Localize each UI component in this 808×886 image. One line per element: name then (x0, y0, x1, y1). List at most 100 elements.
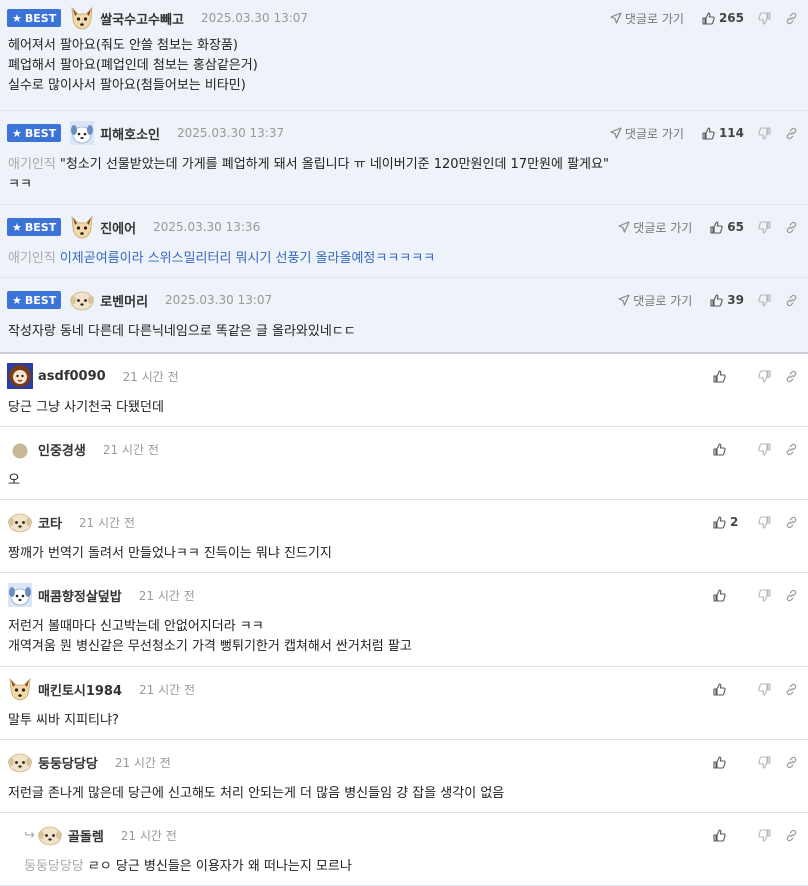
fox-icon[interactable] (69, 214, 95, 240)
dislike-button[interactable] (758, 588, 771, 602)
comment-actions (713, 427, 798, 471)
thumbs-up-icon (713, 515, 726, 529)
link-icon (785, 370, 798, 383)
go-to-reply-link[interactable]: 댓글로 가기 (610, 125, 684, 142)
quoted-user-tag[interactable]: 둥둥당당당 (24, 859, 84, 874)
puppy-icon[interactable] (7, 749, 33, 775)
like-button[interactable] (713, 442, 744, 456)
like-button[interactable]: 65 (710, 220, 744, 234)
nickname[interactable]: 골돌렘 (68, 826, 104, 845)
like-count: 39 (727, 293, 744, 307)
link-button[interactable] (785, 12, 798, 25)
like-button[interactable] (713, 682, 744, 696)
puppy-icon[interactable] (7, 509, 33, 535)
best-badge: ★ BEST (7, 124, 62, 142)
comment: 둥둥당당당 21 시간 전 저런글 존나게 많은데 당근에 신고해도 처리 안되… (0, 740, 808, 813)
link-button[interactable] (785, 294, 798, 307)
nickname[interactable]: 둥둥당당당 (38, 753, 98, 772)
thumbs-up-icon (713, 442, 726, 456)
dislike-button[interactable] (758, 828, 771, 842)
go-to-reply-link[interactable]: 댓글로 가기 (610, 10, 684, 27)
star-icon: ★ (12, 293, 22, 307)
best-badge: ★ BEST (7, 9, 62, 27)
quoted-user-tag[interactable]: 애기인직 (8, 251, 56, 266)
send-icon (610, 12, 622, 24)
dislike-button[interactable] (758, 11, 771, 25)
comment-date: 21 시간 전 (139, 682, 196, 697)
thumbs-down-icon (758, 755, 771, 769)
thumbs-up-icon (713, 828, 726, 842)
comment: 인중경생 21 시간 전 오 (0, 427, 808, 500)
like-button[interactable] (713, 588, 744, 602)
comment-actions: 댓글로 가기 39 (618, 278, 798, 322)
fox-icon[interactable] (69, 5, 95, 31)
go-to-reply-link[interactable]: 댓글로 가기 (618, 292, 692, 309)
nickname[interactable]: asdf0090 (38, 369, 106, 384)
link-button[interactable] (785, 589, 798, 602)
thumbs-up-icon (702, 11, 715, 25)
best-comment: ★ BEST 로벤머리 2025.03.30 13:07 댓글로 가기 39 작성… (0, 278, 808, 354)
nickname[interactable]: 쌀국수고수빼고 (100, 9, 184, 28)
puppy-icon[interactable] (69, 287, 95, 313)
link-button[interactable] (785, 127, 798, 140)
thumbs-up-icon (713, 369, 726, 383)
dislike-button[interactable] (758, 220, 771, 234)
link-icon (785, 756, 798, 769)
lion-icon[interactable] (7, 363, 33, 389)
nickname[interactable]: 피해호소인 (100, 124, 160, 143)
dislike-button[interactable] (758, 442, 771, 456)
comment-date: 21 시간 전 (78, 515, 135, 530)
puppy-icon[interactable] (37, 822, 63, 848)
link-icon (785, 516, 798, 529)
link-icon (785, 294, 798, 307)
link-button[interactable] (785, 443, 798, 456)
link-button[interactable] (785, 370, 798, 383)
nickname[interactable]: 인중경생 (38, 440, 86, 459)
quoted-user-tag[interactable]: 애기인직 (8, 157, 56, 172)
comment-date: 21 시간 전 (120, 828, 177, 843)
reply-arrow-icon: ↪ (24, 827, 35, 843)
comment-body: 작성자랑 동네 다른데 다른닉네임으로 똑같은 글 올라와있네ㄷㄷ (8, 324, 356, 339)
like-button[interactable]: 39 (710, 293, 744, 307)
link-button[interactable] (785, 829, 798, 842)
best-comment: ★ BEST 진에어 2025.03.30 13:36 댓글로 가기 65 애기인… (0, 205, 808, 278)
comment-actions: 2 (713, 500, 798, 544)
nickname[interactable]: 매콤향정살덮밥 (38, 586, 122, 605)
like-count: 2 (730, 515, 739, 529)
dislike-button[interactable] (758, 515, 771, 529)
best-comment: ★ BEST 피해호소인 2025.03.30 13:37 댓글로 가기 114 … (0, 111, 808, 205)
go-to-reply-link[interactable]: 댓글로 가기 (618, 219, 692, 236)
nickname[interactable]: 코타 (38, 513, 62, 532)
like-button[interactable]: 114 (702, 126, 744, 140)
comment-actions (713, 667, 798, 711)
dislike-button[interactable] (758, 755, 771, 769)
like-button[interactable] (713, 828, 744, 842)
like-button[interactable] (713, 755, 744, 769)
like-button[interactable]: 2 (713, 515, 744, 529)
thumbs-down-icon (758, 828, 771, 842)
thumbs-down-icon (758, 126, 771, 140)
comment-body: 저런글 존나게 많은데 당근에 신고해도 처리 안되는게 더 많음 병신들임 걍… (8, 786, 505, 801)
link-button[interactable] (785, 683, 798, 696)
comment-body: 오 (8, 473, 20, 488)
link-button[interactable] (785, 516, 798, 529)
comment-body: 말투 씨바 지피티냐? (8, 713, 119, 728)
dog-icon[interactable] (7, 582, 33, 608)
like-button[interactable]: 265 (702, 11, 744, 25)
like-button[interactable] (713, 369, 744, 383)
nickname[interactable]: 로벤머리 (100, 291, 148, 310)
nickname[interactable]: 진에어 (100, 218, 136, 237)
thumbs-up-icon (713, 755, 726, 769)
comment-actions: 댓글로 가기 265 (610, 0, 798, 36)
dog-icon[interactable] (69, 120, 95, 146)
send-icon (618, 221, 630, 233)
dislike-button[interactable] (758, 369, 771, 383)
dislike-button[interactable] (758, 682, 771, 696)
circle-icon[interactable] (7, 436, 33, 462)
dislike-button[interactable] (758, 293, 771, 307)
link-button[interactable] (785, 221, 798, 234)
dislike-button[interactable] (758, 126, 771, 140)
fox-icon[interactable] (7, 676, 33, 702)
link-button[interactable] (785, 756, 798, 769)
nickname[interactable]: 매킨토시1984 (38, 680, 122, 699)
